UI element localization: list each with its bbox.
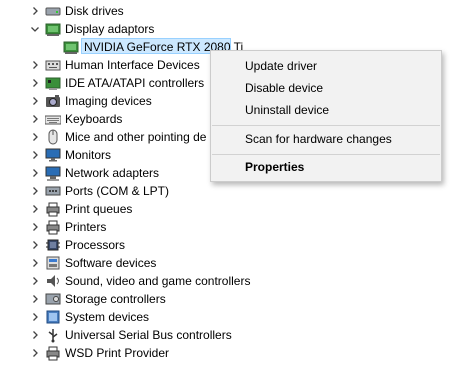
chevron-right-icon[interactable] (29, 272, 41, 290)
chevron-right-icon[interactable] (29, 2, 41, 20)
uninstall-device-menu-item[interactable]: Uninstall device (245, 100, 329, 120)
chevron-right-icon[interactable] (29, 110, 41, 128)
chevron-right-icon[interactable] (29, 344, 41, 362)
tree-category-label: Imaging devices (65, 94, 152, 108)
chevron-right-icon[interactable] (29, 164, 41, 182)
chevron-right-icon[interactable] (29, 218, 41, 236)
tree-category-label: Mice and other pointing de (65, 130, 207, 144)
tree-category-label: Printers (65, 220, 107, 234)
processor-icon (45, 237, 61, 253)
tree-category-label: WSD Print Provider (65, 346, 170, 360)
chevron-right-icon[interactable] (29, 146, 41, 164)
chevron-right-icon[interactable] (29, 128, 41, 146)
wsd-printer-icon (45, 345, 61, 361)
tree-category-label: Network adapters (65, 166, 160, 180)
mouse-icon (45, 129, 61, 145)
tree-category-label: Monitors (65, 148, 112, 162)
usb-icon (45, 327, 61, 343)
monitor-icon (45, 147, 61, 163)
tree-category-label: Print queues (65, 202, 133, 216)
tree-category-label: Human Interface Devices (65, 58, 200, 72)
keyboard-icon (45, 111, 61, 127)
tree-category-label: Processors (65, 238, 126, 252)
printer-icon (45, 219, 61, 235)
tree-category-label: Universal Serial Bus controllers (65, 328, 232, 342)
tree-category-label: Keyboards (65, 112, 123, 126)
properties-menu-item[interactable]: Properties (245, 157, 304, 177)
menu-separator (212, 125, 440, 126)
storage-controller-icon (45, 291, 61, 307)
ide-controller-icon (45, 75, 61, 91)
camera-icon (45, 93, 61, 109)
chevron-right-icon[interactable] (29, 236, 41, 254)
display-adapter-icon (45, 21, 61, 37)
chevron-right-icon[interactable] (29, 182, 41, 200)
system-device-icon (45, 309, 61, 325)
tree-category-label: Ports (COM & LPT) (65, 184, 170, 198)
software-device-icon (45, 255, 61, 271)
menu-separator (212, 154, 440, 155)
print-queue-icon (45, 201, 61, 217)
display-adapter-icon (63, 39, 79, 55)
disable-device-menu-item[interactable]: Disable device (245, 78, 323, 98)
update-driver-menu-item[interactable]: Update driver (245, 56, 317, 76)
chevron-right-icon[interactable] (29, 56, 41, 74)
chevron-right-icon[interactable] (29, 92, 41, 110)
chevron-right-icon[interactable] (29, 290, 41, 308)
tree-category-label: IDE ATA/ATAPI controllers (65, 76, 205, 90)
port-icon (45, 183, 61, 199)
chevron-right-icon[interactable] (29, 308, 41, 326)
disk-drive-icon (45, 3, 61, 19)
tree-category-label: Software devices (65, 256, 157, 270)
speaker-icon (45, 273, 61, 289)
tree-category-label: Display adaptors (65, 22, 155, 36)
chevron-right-icon[interactable] (29, 200, 41, 218)
scan-hardware-menu-item[interactable]: Scan for hardware changes (245, 129, 392, 149)
network-adapter-icon (45, 165, 61, 181)
tree-category-label: Storage controllers (65, 292, 166, 306)
tree-category-label: Sound, video and game controllers (65, 274, 251, 288)
chevron-right-icon[interactable] (29, 326, 41, 344)
chevron-right-icon[interactable] (29, 74, 41, 92)
context-menu: Update driver Disable device Uninstall d… (210, 50, 442, 182)
chevron-right-icon[interactable] (29, 254, 41, 272)
hid-icon (45, 57, 61, 73)
tree-category-label: System devices (65, 310, 150, 324)
chevron-down-icon[interactable] (29, 20, 41, 38)
tree-category-label: Disk drives (65, 4, 124, 18)
